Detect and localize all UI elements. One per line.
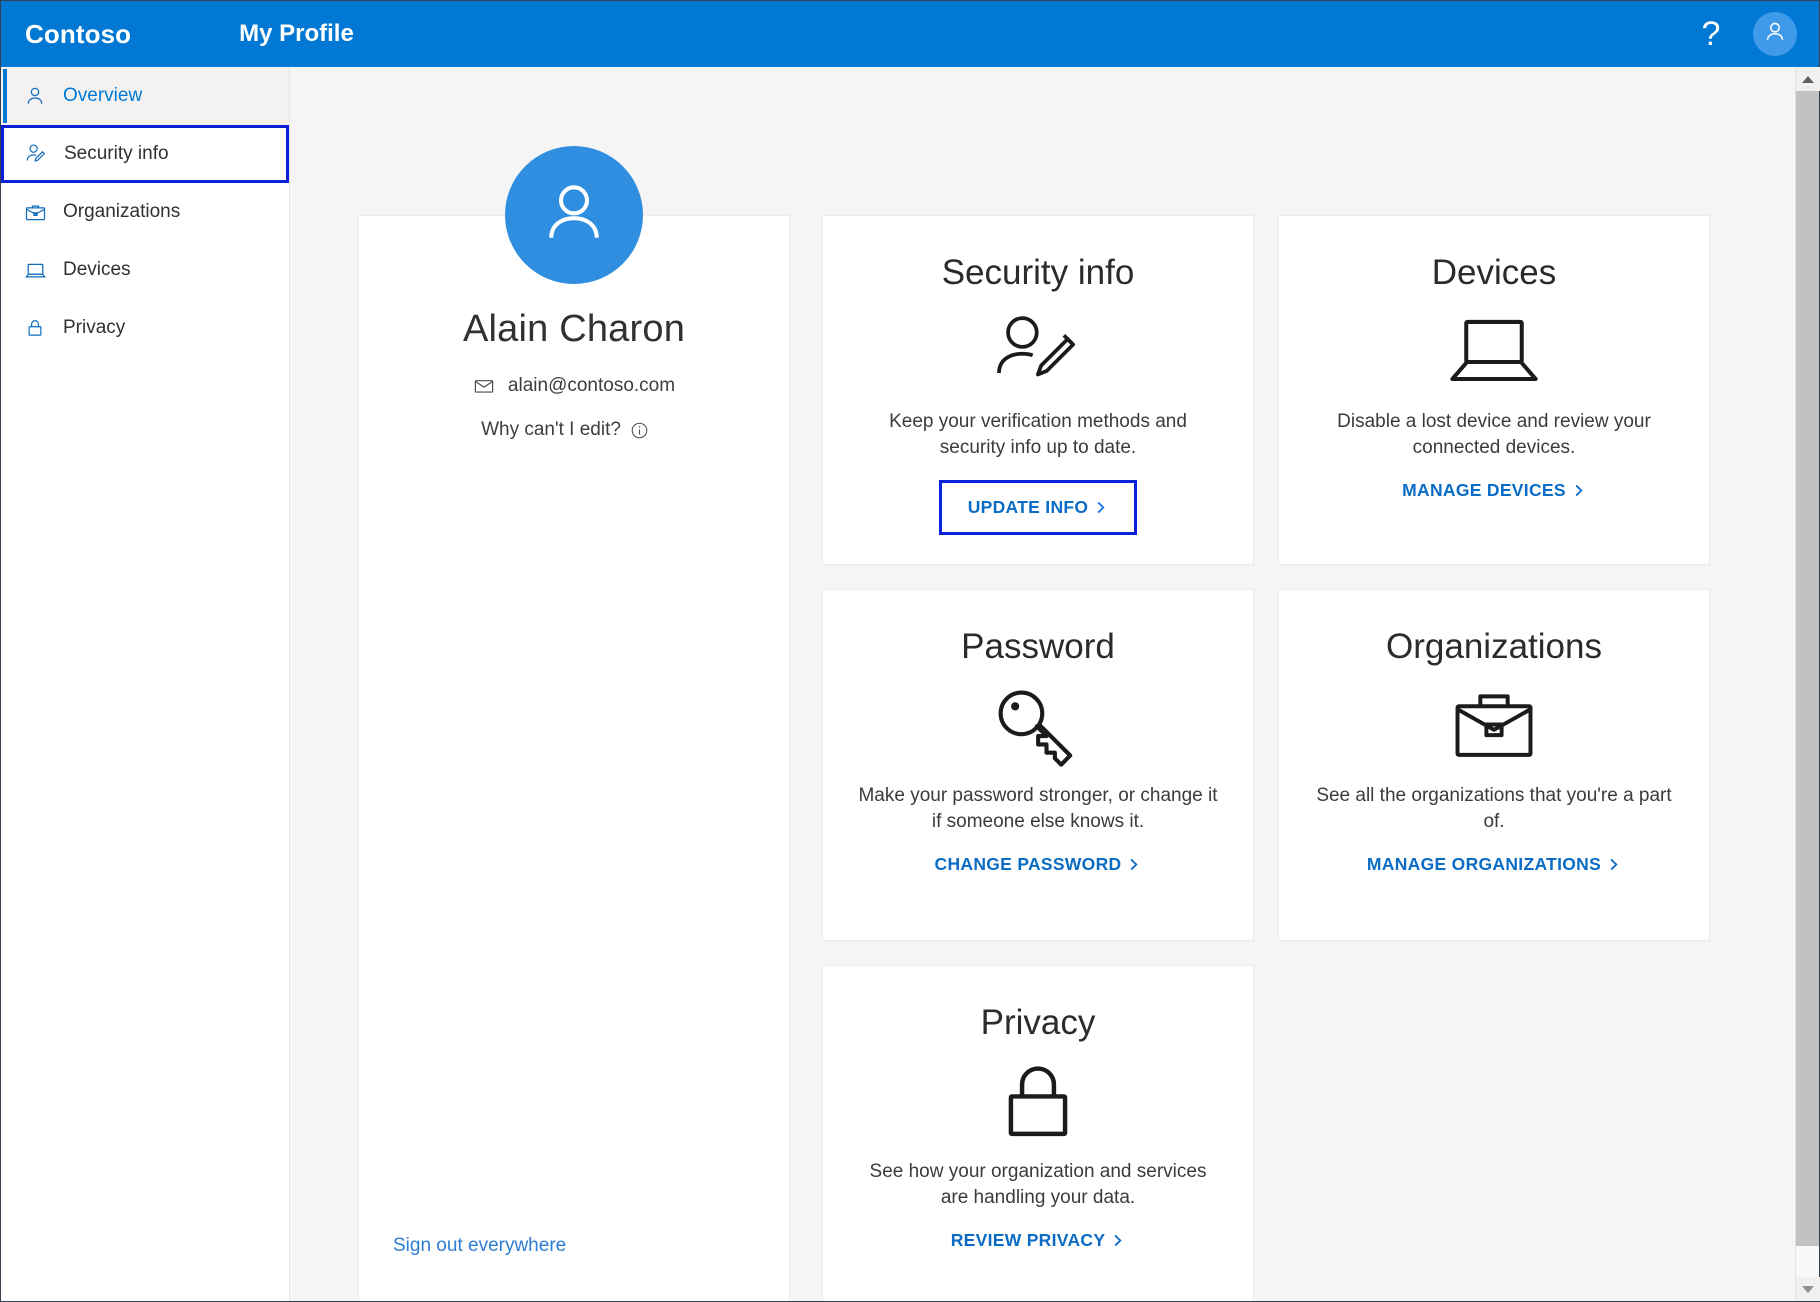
key-icon [992, 679, 1084, 773]
review-privacy-label: REVIEW PRIVACY [951, 1230, 1106, 1251]
sidebar-item-label: Devices [63, 259, 131, 281]
sidebar-item-devices[interactable]: Devices [1, 241, 289, 299]
top-header: Contoso My Profile ? [1, 1, 1819, 67]
sidebar-item-organizations[interactable]: Organizations [1, 183, 289, 241]
person-icon [21, 82, 49, 110]
tile-title: Security info [942, 254, 1135, 293]
tile-title: Devices [1432, 254, 1556, 293]
scroll-down-arrow-icon[interactable] [1796, 1277, 1820, 1301]
tile-title: Organizations [1386, 628, 1602, 667]
lock-icon [21, 314, 49, 342]
tile-password[interactable]: Password Make your password stronger, or… [822, 589, 1254, 941]
info-circle-icon[interactable] [630, 421, 649, 440]
tile-description: Keep your verification methods and secur… [858, 409, 1218, 463]
sidebar-item-security-info[interactable]: Security info [1, 125, 289, 183]
sign-out-everywhere-link[interactable]: Sign out everywhere [393, 1235, 566, 1257]
review-privacy-link[interactable]: REVIEW PRIVACY [951, 1230, 1126, 1251]
profile-email-row: alain@contoso.com [473, 375, 675, 397]
chevron-right-icon [1110, 1233, 1125, 1248]
scrollbar-thumb[interactable] [1796, 91, 1819, 1246]
profile-avatar [505, 146, 643, 284]
chevron-right-icon [1606, 857, 1621, 872]
lock-icon [995, 1055, 1081, 1149]
update-info-label: UPDATE INFO [968, 497, 1089, 518]
profile-name: Alain Charon [463, 308, 685, 351]
sidebar-item-label: Overview [63, 85, 142, 107]
chevron-right-icon [1093, 500, 1108, 515]
tile-description: See all the organizations that you're a … [1314, 783, 1674, 837]
app-title: My Profile [239, 20, 354, 48]
tile-title: Password [961, 628, 1115, 667]
my-profile-app: Contoso My Profile ? [0, 0, 1820, 1302]
tile-description: Disable a lost device and review your co… [1314, 409, 1674, 463]
sidebar-item-privacy[interactable]: Privacy [1, 299, 289, 357]
manage-devices-label: MANAGE DEVICES [1402, 480, 1566, 501]
manage-devices-link[interactable]: MANAGE DEVICES [1402, 480, 1586, 501]
person-edit-icon [22, 140, 50, 168]
tile-devices[interactable]: Devices Disable a lost device and review… [1278, 215, 1710, 565]
scrollbar-track[interactable] [1796, 91, 1819, 1277]
profile-email: alain@contoso.com [508, 375, 675, 397]
briefcase-icon [1448, 679, 1540, 773]
briefcase-icon [21, 198, 49, 226]
account-avatar-button[interactable] [1753, 12, 1797, 56]
chevron-right-icon [1571, 483, 1586, 498]
why-cant-i-edit[interactable]: Why can't I edit? [481, 419, 649, 441]
sidebar-item-label: Privacy [63, 317, 125, 339]
user-avatar-icon [1762, 19, 1788, 50]
change-password-label: CHANGE PASSWORD [935, 854, 1122, 875]
manage-organizations-label: MANAGE ORGANIZATIONS [1367, 854, 1601, 875]
vertical-scrollbar[interactable] [1795, 67, 1819, 1301]
sidebar-item-overview[interactable]: Overview [1, 67, 289, 125]
scroll-up-arrow-icon[interactable] [1796, 67, 1820, 91]
tile-security-info[interactable]: Security info Keep your verification met… [822, 215, 1254, 565]
brand-logo-text[interactable]: Contoso [25, 19, 131, 50]
chevron-right-icon [1126, 857, 1141, 872]
tile-placeholder [1278, 965, 1710, 1301]
laptop-icon [1446, 305, 1542, 399]
laptop-icon [21, 256, 49, 284]
change-password-link[interactable]: CHANGE PASSWORD [935, 854, 1142, 875]
user-avatar-icon [535, 174, 613, 257]
tiles-grid: Security info Keep your verification met… [822, 127, 1710, 1301]
tile-description: See how your organization and services a… [858, 1159, 1218, 1213]
why-cant-i-edit-label: Why can't I edit? [481, 419, 621, 441]
update-info-button[interactable]: UPDATE INFO [939, 480, 1138, 535]
profile-card: Alain Charon alain@contoso.com [358, 215, 790, 1301]
manage-organizations-link[interactable]: MANAGE ORGANIZATIONS [1367, 854, 1621, 875]
content-layout: Alain Charon alain@contoso.com [290, 67, 1795, 1301]
tile-description: Make your password stronger, or change i… [858, 783, 1218, 837]
sidebar-item-label: Security info [64, 143, 169, 165]
app-body: Overview Security info [1, 67, 1819, 1301]
main-content: Alain Charon alain@contoso.com [290, 67, 1795, 1301]
help-icon[interactable]: ? [1683, 6, 1739, 62]
tile-title: Privacy [981, 1004, 1096, 1043]
sidebar-nav: Overview Security info [1, 67, 290, 1301]
tile-organizations[interactable]: Organizations See all the organizations … [1278, 589, 1710, 941]
envelope-icon [473, 375, 495, 397]
profile-column: Alain Charon alain@contoso.com [358, 127, 790, 1301]
tile-privacy[interactable]: Privacy See how your organization and se… [822, 965, 1254, 1301]
sidebar-item-label: Organizations [63, 201, 180, 223]
person-edit-icon [992, 305, 1084, 399]
